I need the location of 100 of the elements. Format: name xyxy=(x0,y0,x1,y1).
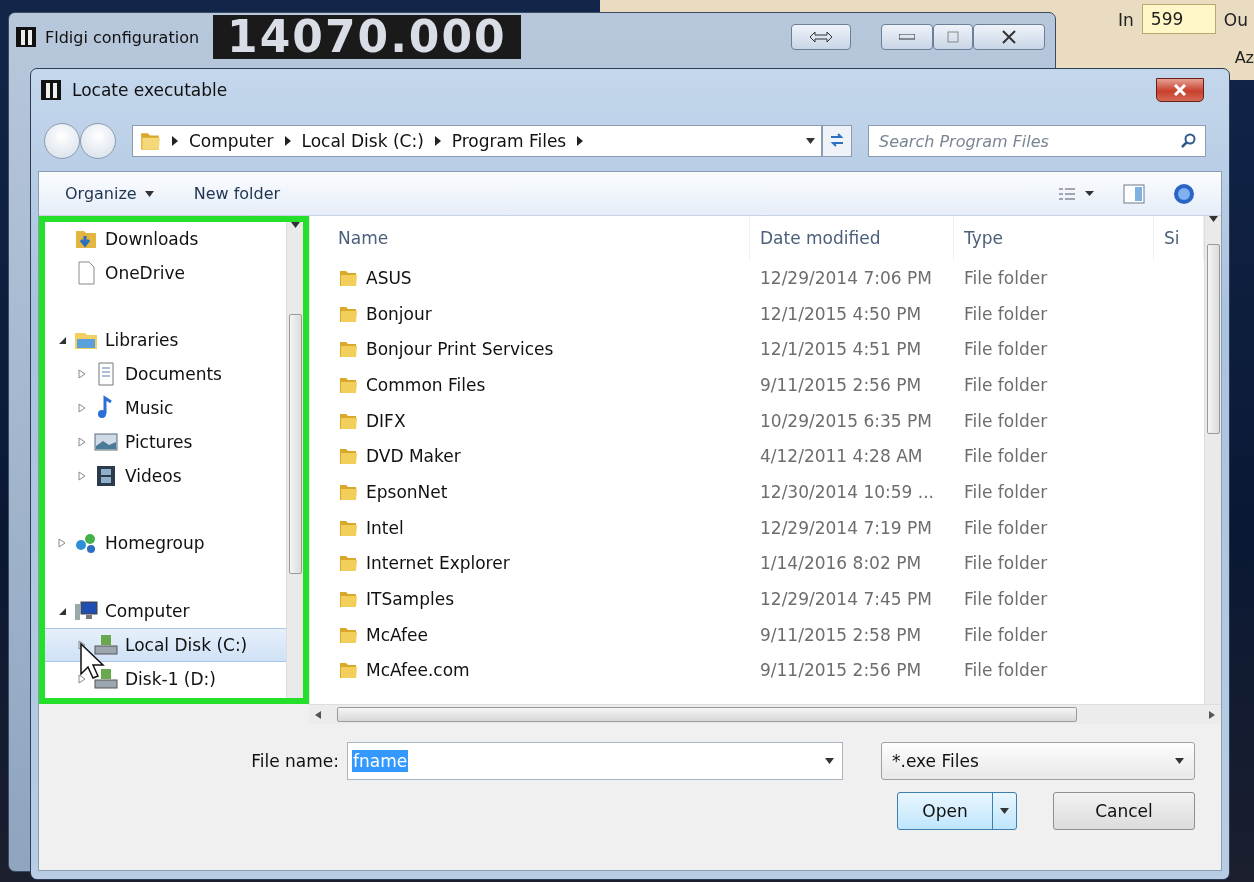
nav-item[interactable]: Local Disk (C:) xyxy=(45,628,286,662)
minimize-icon xyxy=(899,34,915,40)
preview-pane-icon[interactable] xyxy=(1123,183,1145,204)
breadcrumb-item[interactable]: Local Disk (C:) xyxy=(301,131,424,151)
nav-item[interactable]: Libraries xyxy=(45,323,286,358)
nav-item[interactable]: Pictures xyxy=(45,425,286,459)
open-button[interactable]: Open xyxy=(897,792,1017,830)
date-cell-text: 10/29/2015 6:35 PM xyxy=(759,410,933,431)
file-name: Internet Explorer xyxy=(366,553,510,574)
nav-item[interactable]: Music xyxy=(45,391,286,425)
search-icon xyxy=(1181,133,1197,149)
nav-label: Homegroup xyxy=(105,533,205,554)
help-icon[interactable] xyxy=(1173,182,1195,205)
close-button[interactable] xyxy=(973,24,1045,50)
refresh-button[interactable] xyxy=(822,125,852,157)
window-title: Fldigi configuration xyxy=(45,27,200,47)
chevron-icon xyxy=(171,136,179,146)
scroll-left-icon xyxy=(315,710,321,719)
date-cell-text: 12/29/2014 7:45 PM xyxy=(759,589,933,610)
type-cell-text: File folder xyxy=(963,303,1049,324)
new-folder-button[interactable]: New folder xyxy=(193,180,281,207)
minimize-button[interactable] xyxy=(881,24,933,50)
nav-item[interactable]: Downloads xyxy=(45,222,286,256)
type-cell-text: File folder xyxy=(963,481,1049,502)
folder-icon xyxy=(338,660,358,681)
app-icon xyxy=(40,79,62,101)
file-row[interactable]: Common Files 9/11/2015 2:56 PM File folder xyxy=(310,367,1204,403)
back-button[interactable] xyxy=(44,123,80,159)
date-cell-text: 1/14/2016 8:02 PM xyxy=(759,553,923,574)
resize-button[interactable] xyxy=(791,24,851,50)
type-cell-text: File folder xyxy=(963,624,1049,645)
date-cell-text: 12/29/2014 7:06 PM xyxy=(759,267,933,288)
date-cell-text: 12/1/2015 4:51 PM xyxy=(759,339,923,360)
mouse-cursor-icon xyxy=(79,642,105,682)
scrollbar[interactable] xyxy=(286,222,303,698)
file-row[interactable]: Intel 12/29/2014 7:19 PM File folder xyxy=(310,509,1204,546)
expand-arrow-icon[interactable] xyxy=(77,673,87,684)
frequency-display: 14070.000 xyxy=(213,15,521,59)
type-cell-text: File folder xyxy=(963,374,1049,395)
maximize-button[interactable] xyxy=(933,24,973,50)
nav-label: Local Disk (C:) xyxy=(125,635,248,656)
close-button[interactable] xyxy=(1156,78,1204,102)
field-label: Az xyxy=(1234,48,1254,67)
cancel-button[interactable]: Cancel xyxy=(1053,792,1195,830)
view-options-icon[interactable] xyxy=(1059,186,1095,201)
maximize-icon xyxy=(947,31,959,43)
nav-item[interactable]: Homegroup xyxy=(45,526,286,561)
horizontal-scrollbar[interactable] xyxy=(309,704,1221,724)
file-row[interactable]: DVD Maker 4/12/2011 4:28 AM File folder xyxy=(310,438,1204,475)
file-row[interactable]: Internet Explorer 1/14/2016 8:02 PM File folder xyxy=(310,545,1204,582)
column-header[interactable]: Type xyxy=(954,216,1154,260)
file-name: Bonjour xyxy=(366,303,432,324)
breadcrumb-item[interactable]: Program Files xyxy=(451,131,567,151)
file-row[interactable]: DIFX 10/29/2015 6:35 PM File folder xyxy=(310,402,1204,439)
collapse-arrow-icon[interactable] xyxy=(57,606,67,617)
type-cell-text: File folder xyxy=(963,553,1049,574)
file-row[interactable]: Bonjour Print Services 12/1/2015 4:51 PM File folder xyxy=(310,331,1204,368)
column-header[interactable]: Date modified xyxy=(750,216,954,260)
scroll-up-icon xyxy=(290,222,300,228)
nav-item[interactable]: Documents xyxy=(45,357,286,392)
scrollbar[interactable] xyxy=(1204,216,1221,704)
organize-menu[interactable]: Organize xyxy=(65,180,154,207)
nav-item[interactable]: Videos xyxy=(45,458,286,493)
collapse-arrow-icon[interactable] xyxy=(57,335,67,346)
caret-icon xyxy=(144,190,154,197)
file-row[interactable]: ITSamples 12/29/2014 7:45 PM File folder xyxy=(310,581,1204,617)
file-name: Intel xyxy=(366,517,404,538)
column-header[interactable]: Name xyxy=(310,216,750,260)
type-cell-text: File folder xyxy=(963,589,1049,610)
file-row[interactable]: McAfee.com 9/11/2015 2:56 PM File folder xyxy=(310,652,1204,689)
nav-label: Libraries xyxy=(105,330,179,351)
file-row[interactable]: Bonjour 12/1/2015 4:50 PM File folder xyxy=(310,295,1204,332)
date-cell-text: 9/11/2015 2:56 PM xyxy=(759,374,923,395)
folder-icon xyxy=(338,446,358,467)
search-field[interactable]: Search Program Files xyxy=(868,125,1206,157)
file-row[interactable]: EpsonNet 12/30/2014 10:59 ... File folder xyxy=(310,474,1204,510)
breadcrumb-item[interactable]: Computer xyxy=(189,131,274,151)
file-row[interactable]: McAfee 9/11/2015 2:58 PM File folder xyxy=(310,616,1204,653)
type-cell-text: File folder xyxy=(963,339,1049,360)
nav-item[interactable]: OneDrive xyxy=(45,255,286,290)
file-row[interactable]: ASUS 12/29/2014 7:06 PM File folder xyxy=(310,260,1204,296)
dialog-title: Locate executable xyxy=(72,80,228,100)
nav-label: Downloads xyxy=(105,228,199,249)
field-label: In xyxy=(1118,9,1134,30)
file-name: Bonjour Print Services xyxy=(366,339,554,360)
nav-item[interactable]: Disk-1 (D:) xyxy=(45,661,286,696)
date-cell-text: 4/12/2011 4:28 AM xyxy=(759,446,924,467)
type-cell-text: File folder xyxy=(963,267,1049,288)
expand-arrow-icon[interactable] xyxy=(77,640,87,651)
app-icon xyxy=(15,26,37,48)
file-name: ASUS xyxy=(366,267,412,288)
file-type-dropdown[interactable]: *.exe Files xyxy=(881,742,1195,780)
close-icon xyxy=(1173,84,1187,96)
in-field[interactable]: 599 xyxy=(1141,4,1216,34)
file-name: McAfee xyxy=(366,624,428,645)
forward-button[interactable] xyxy=(80,123,116,159)
address-bar[interactable]: Computer Local Disk (C:) Program Files xyxy=(132,125,822,157)
nav-item[interactable]: Computer xyxy=(45,594,286,629)
file-name: McAfee.com xyxy=(366,660,470,681)
scroll-right-icon xyxy=(1209,710,1215,719)
